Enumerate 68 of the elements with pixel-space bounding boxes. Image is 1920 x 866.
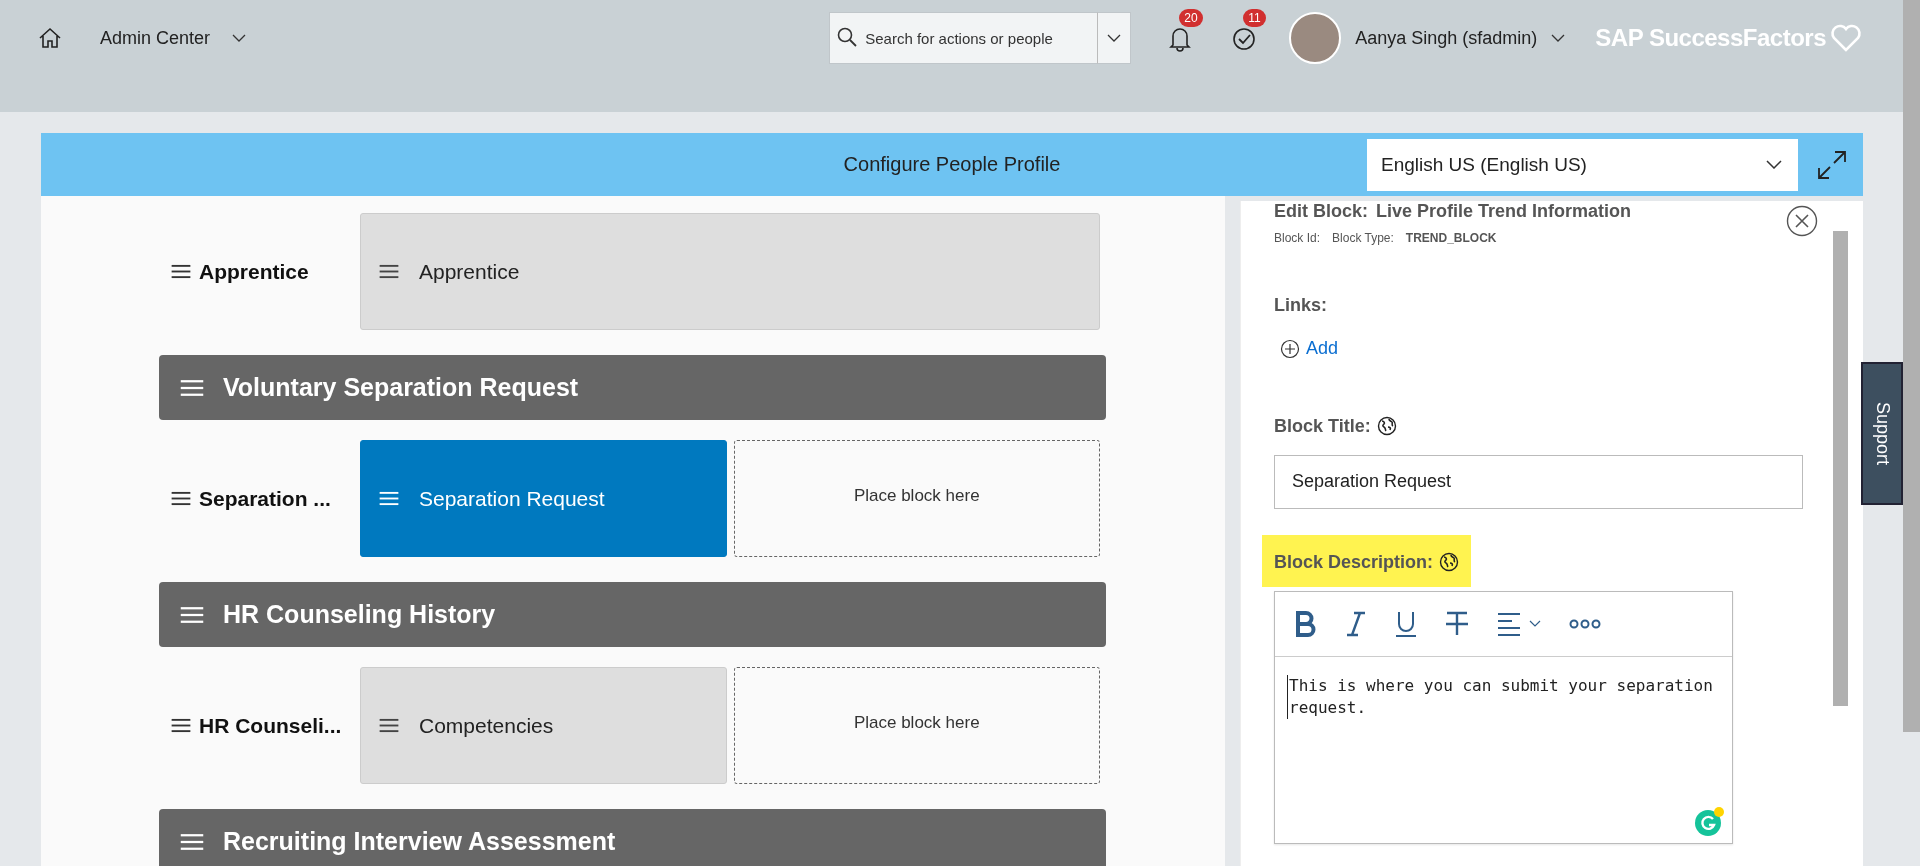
section-title: Voluntary Separation Request	[223, 373, 579, 402]
language-select[interactable]: English US (English US)	[1367, 138, 1798, 191]
drop-zone[interactable]: Place block here	[733, 440, 1100, 557]
underline-button[interactable]	[1395, 610, 1417, 637]
section-bar[interactable]: HR Counseling History	[159, 582, 1106, 647]
menu-icon[interactable]	[171, 264, 191, 279]
row-label: HR Counseli...	[199, 713, 342, 738]
block-title-field[interactable]: Separation Request	[1274, 454, 1803, 509]
avatar[interactable]	[1289, 12, 1342, 64]
search-field[interactable]: Search for actions or people	[829, 12, 1098, 64]
menu-icon[interactable]	[171, 718, 191, 733]
block-title-label: Block Title:	[1274, 415, 1371, 436]
block-card[interactable]: Competencies	[360, 667, 727, 784]
drop-zone[interactable]: Place block here	[733, 667, 1100, 784]
rich-text-editor[interactable]: This is where you can submit your separation request.	[1274, 590, 1733, 844]
row-label: Separation ...	[199, 486, 331, 511]
expand-icon[interactable]	[1817, 149, 1847, 180]
admin-center-menu[interactable]: Admin Center	[100, 27, 247, 49]
block-label: Apprentice	[419, 259, 520, 284]
scrollbar[interactable]	[1903, 0, 1920, 732]
section-bar[interactable]: Voluntary Separation Request	[159, 355, 1106, 420]
menu-icon[interactable]	[379, 718, 399, 733]
plus-circle-icon[interactable]	[1280, 338, 1300, 359]
strikethrough-button[interactable]	[1445, 610, 1469, 637]
block-id-label: Block Id:	[1274, 231, 1321, 245]
row-label: Apprentice	[199, 259, 309, 284]
globe-icon	[1376, 415, 1397, 436]
section-bar[interactable]: Recruiting Interview Assessment	[159, 809, 1106, 866]
more-button[interactable]	[1569, 618, 1601, 629]
drop-zone-label: Place block here	[853, 485, 980, 506]
menu-icon[interactable]	[179, 605, 205, 624]
block-label: Separation Request	[419, 486, 605, 511]
menu-icon[interactable]	[179, 832, 205, 851]
notification-badge: 20	[1179, 9, 1203, 27]
home-icon[interactable]	[38, 26, 62, 50]
menu-icon[interactable]	[379, 264, 399, 279]
block-type-value: TREND_BLOCK	[1405, 231, 1497, 245]
user-menu[interactable]: Aanya Singh (sfadmin)	[1355, 27, 1566, 49]
block-type-label: Block Type:	[1332, 231, 1394, 245]
edit-block-name: Live Profile Trend Information	[1376, 201, 1632, 222]
page-title: Configure People Profile	[843, 153, 1061, 175]
align-button[interactable]	[1497, 611, 1541, 636]
edit-block-label: Edit Block:	[1274, 201, 1368, 222]
description-text: This is where you can submit your separation request.	[1287, 674, 1720, 719]
bold-button[interactable]	[1295, 610, 1317, 637]
block-label: Competencies	[419, 713, 554, 738]
caret-icon[interactable]	[232, 34, 247, 42]
links-label: Links:	[1274, 295, 1328, 316]
add-link[interactable]: Add	[1280, 338, 1339, 359]
block-description-label: Block Description:	[1274, 551, 1434, 572]
menu-icon[interactable]	[171, 491, 191, 506]
heart-icon	[1830, 23, 1862, 53]
todo-badge: 11	[1243, 9, 1266, 27]
close-icon[interactable]	[1786, 205, 1818, 237]
globe-icon	[1439, 551, 1460, 572]
caret-icon[interactable]	[1529, 619, 1541, 628]
menu-icon[interactable]	[179, 378, 205, 397]
block-card[interactable]: Apprentice	[360, 213, 1100, 330]
support-tab[interactable]: Support	[1861, 362, 1903, 505]
caret-icon[interactable]	[1551, 34, 1566, 42]
section-title: Recruiting Interview Assessment	[223, 827, 616, 856]
block-card[interactable]: Separation Request	[360, 440, 727, 557]
scrollbar[interactable]	[1833, 231, 1848, 706]
section-title: HR Counseling History	[223, 600, 496, 629]
caret-icon[interactable]	[1107, 34, 1122, 42]
drop-zone-label: Place block here	[853, 712, 980, 733]
caret-icon[interactable]	[1766, 160, 1782, 169]
italic-button[interactable]	[1345, 610, 1367, 637]
